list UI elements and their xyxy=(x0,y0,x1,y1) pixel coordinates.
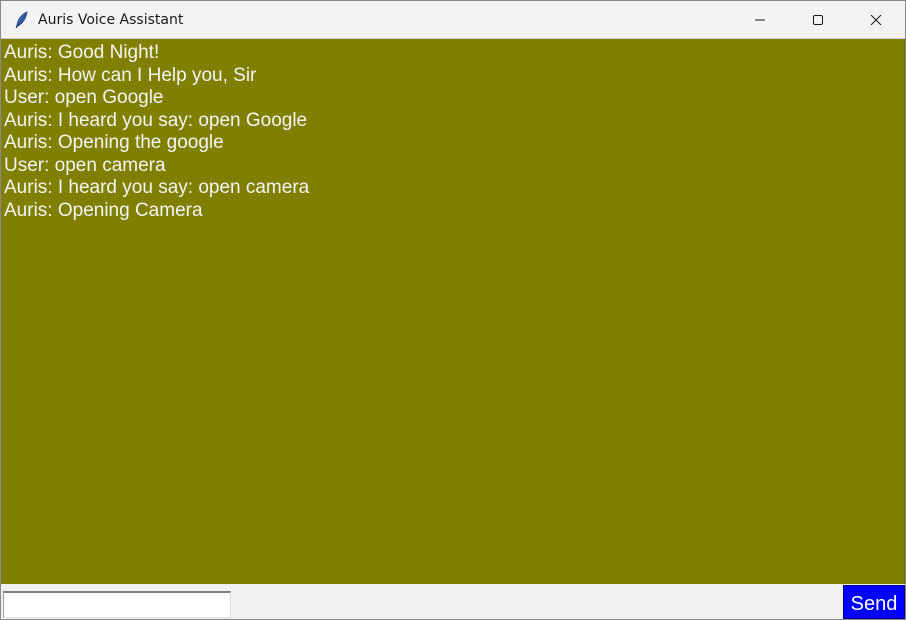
chat-line: Auris: How can I Help you, Sir xyxy=(4,64,257,86)
feather-icon xyxy=(12,10,32,30)
chat-line: Auris: I heard you say: open Google xyxy=(4,109,308,131)
minimize-button[interactable] xyxy=(731,1,789,39)
close-button[interactable] xyxy=(847,1,905,39)
window-title: Auris Voice Assistant xyxy=(38,11,184,28)
chat-log[interactable]: Auris: Good Night! Auris: How can I Help… xyxy=(1,39,905,584)
chat-line: Auris: I heard you say: open camera xyxy=(4,177,310,198)
chat-line: Auris: Opening the google xyxy=(4,132,224,153)
maximize-icon xyxy=(813,15,823,25)
chat-line: Auris: Good Night! xyxy=(4,42,160,63)
maximize-button[interactable] xyxy=(789,1,847,39)
chat-line: User: open Google xyxy=(4,87,164,108)
chat-line: User: open camera xyxy=(4,154,166,176)
send-button[interactable]: Send xyxy=(843,585,905,619)
close-icon xyxy=(870,14,882,26)
app-window: Auris Voice Assistant Auris: Good Night!… xyxy=(0,0,906,620)
title-bar[interactable]: Auris Voice Assistant xyxy=(1,1,905,39)
window-controls xyxy=(731,1,905,39)
minimize-icon xyxy=(755,19,765,21)
message-input[interactable] xyxy=(3,591,231,618)
chat-line: Auris: Opening Camera xyxy=(4,199,203,221)
input-bar: Send xyxy=(1,584,905,619)
